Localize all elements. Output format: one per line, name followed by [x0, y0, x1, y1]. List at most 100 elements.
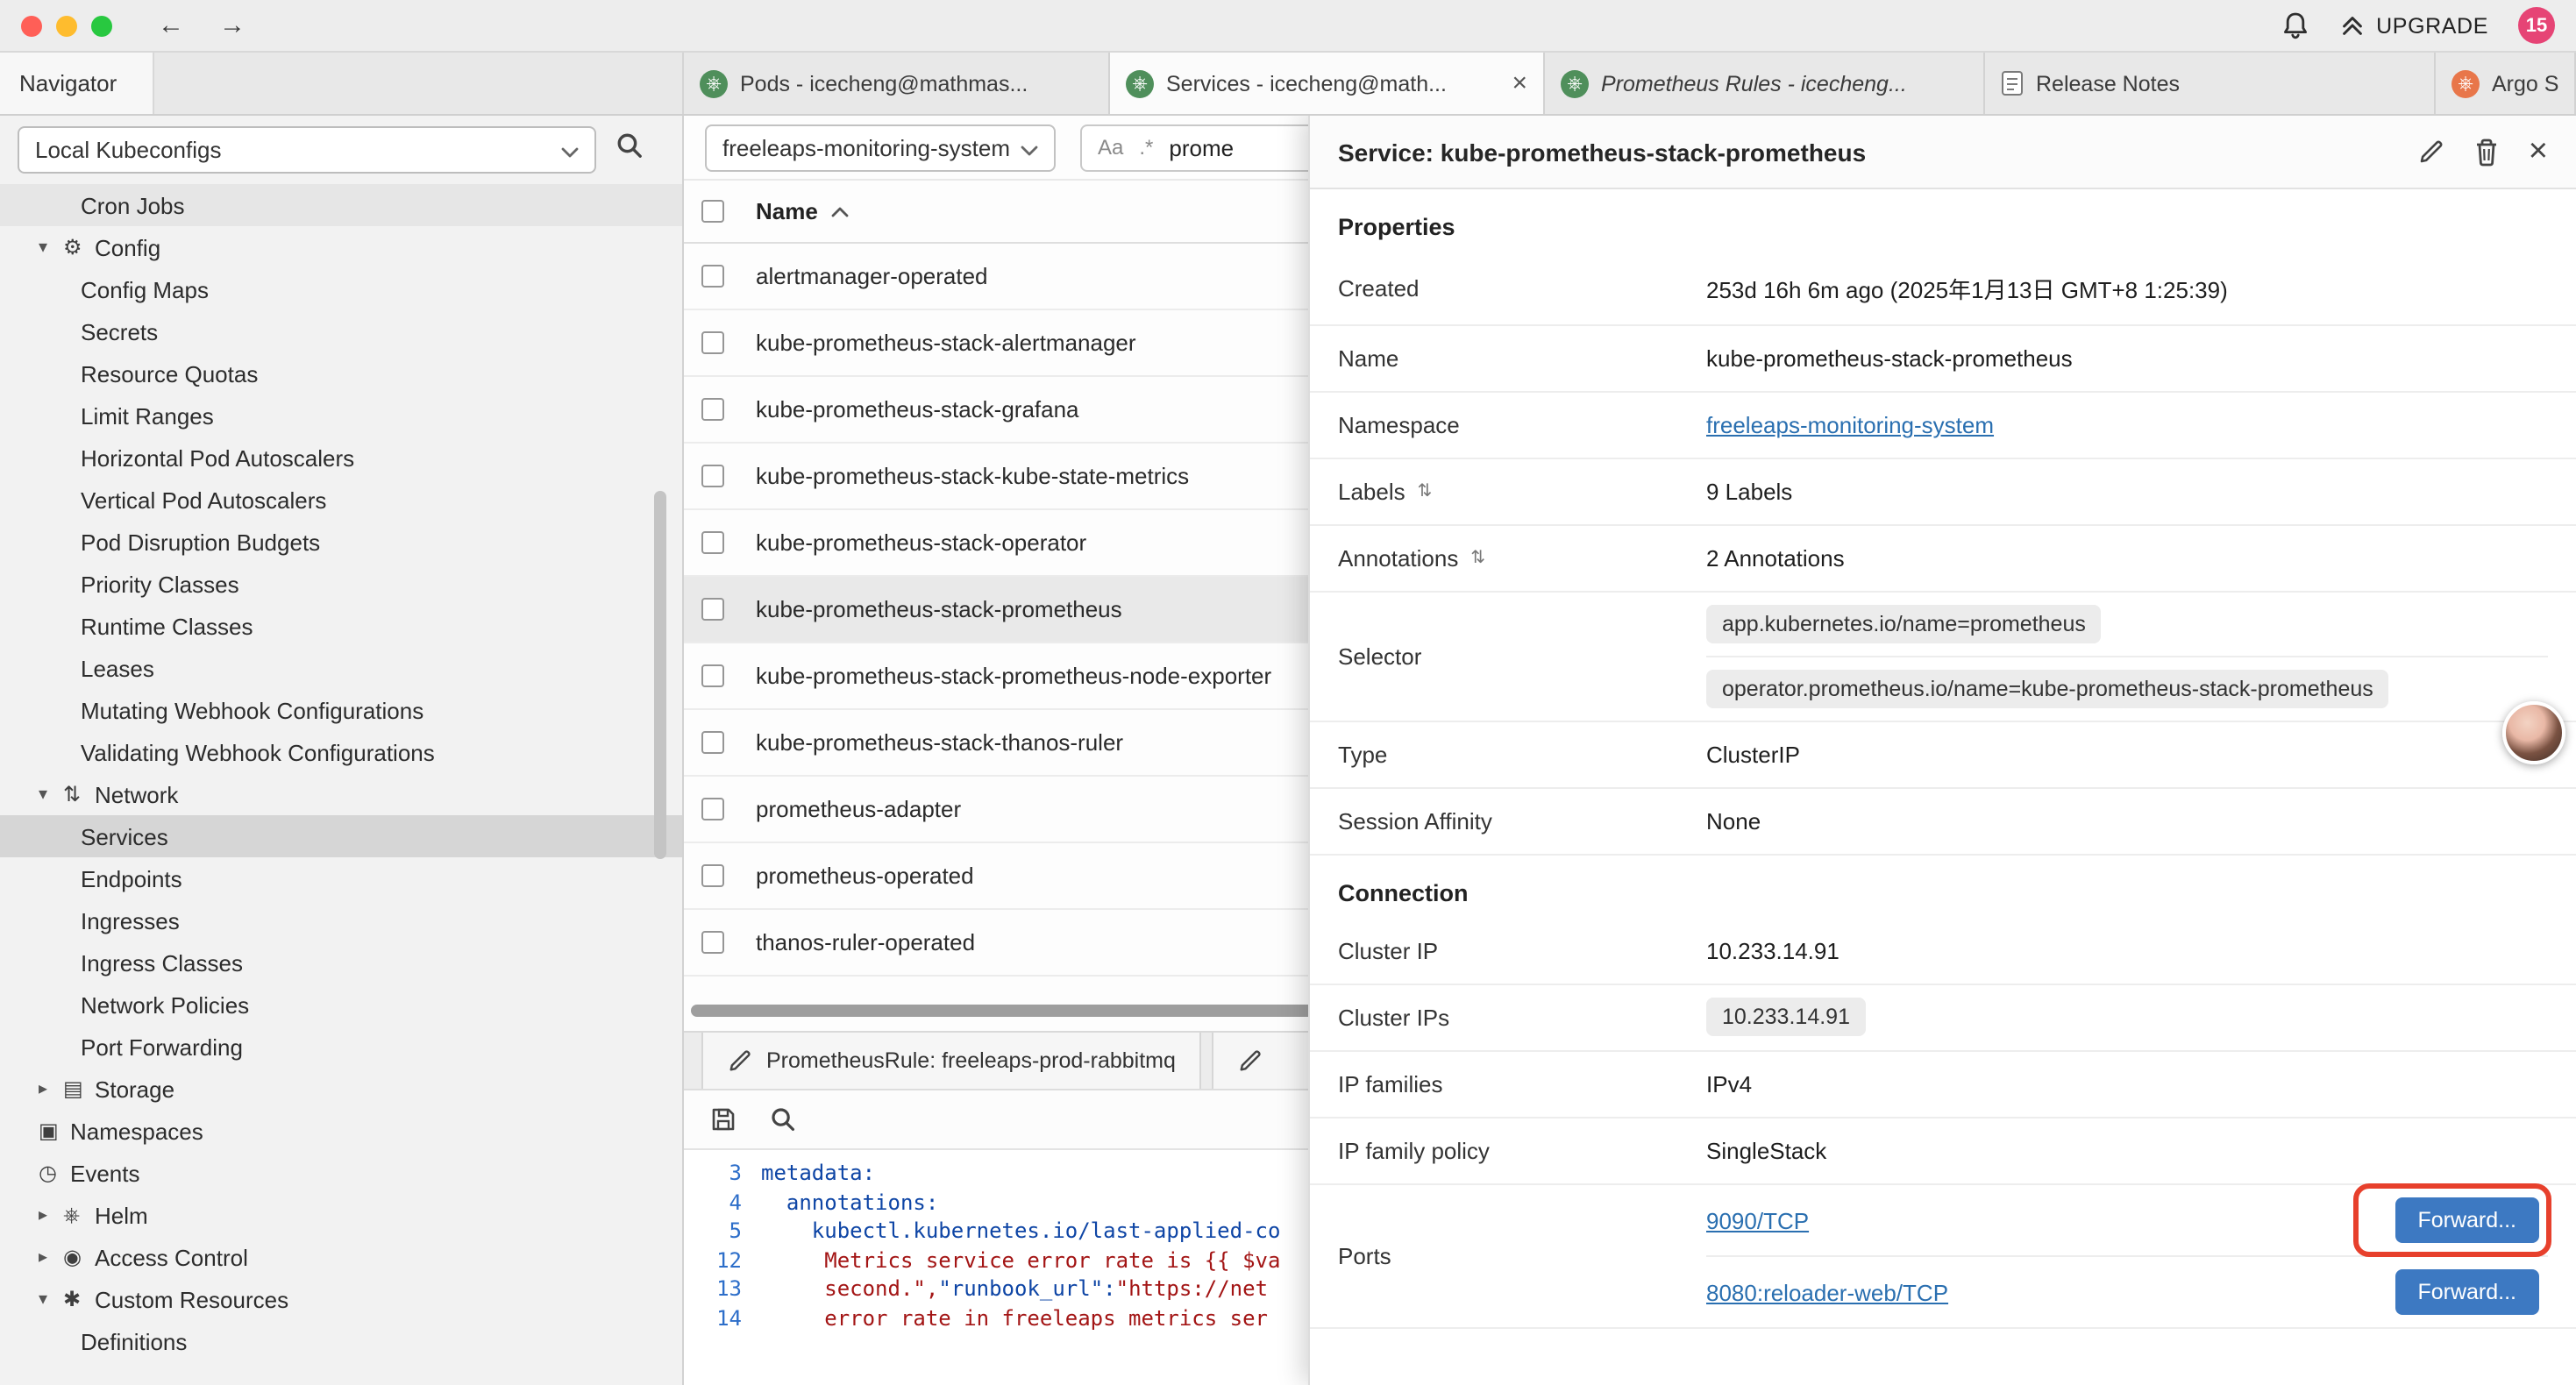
sidebar-item-storage[interactable]: ▸▤Storage	[0, 1068, 682, 1110]
notifications-bell-icon[interactable]	[2281, 11, 2309, 40]
line-number: 12	[684, 1246, 761, 1275]
sidebar-item-label: Leases	[81, 655, 154, 681]
port-link[interactable]: 9090/TCP	[1706, 1207, 1809, 1233]
user-avatar[interactable]	[2502, 701, 2565, 764]
navigator-sidebar: Local Kubeconfigs Cron Jobs▾⚙ConfigConfi…	[0, 116, 684, 1385]
row-checkbox[interactable]	[701, 731, 724, 754]
tab-label: Prometheus Rules - icecheng...	[1601, 71, 1968, 96]
line-number: 5	[684, 1217, 761, 1246]
save-icon[interactable]	[710, 1106, 737, 1133]
sidebar-item-endpoints[interactable]: Endpoints	[0, 857, 682, 899]
app-tab-services-icecheng-math[interactable]: ⎈Services - icecheng@math...×	[1110, 53, 1545, 114]
row-checkbox[interactable]	[701, 465, 724, 487]
line-content: annotations:	[761, 1188, 938, 1217]
sidebar-item-validating-webhook-configurations[interactable]: Validating Webhook Configurations	[0, 731, 682, 773]
sidebar-item-ingress-classes[interactable]: Ingress Classes	[0, 941, 682, 984]
app-tab-pods-icecheng-mathmas[interactable]: ⎈Pods - icecheng@mathmas...	[684, 53, 1110, 114]
sidebar-search-icon[interactable]	[616, 131, 644, 168]
sidebar-item-mutating-webhook-configurations[interactable]: Mutating Webhook Configurations	[0, 689, 682, 731]
regex-toggle[interactable]: .*	[1139, 135, 1153, 160]
sidebar-item-config-maps[interactable]: Config Maps	[0, 268, 682, 310]
row-checkbox[interactable]	[701, 331, 724, 354]
row-checkbox[interactable]	[701, 798, 724, 820]
close-window-button[interactable]	[21, 15, 42, 36]
row-checkbox[interactable]	[701, 931, 724, 954]
delete-service-icon[interactable]	[2474, 138, 2499, 166]
namespace-link[interactable]: freeleaps-monitoring-system	[1706, 412, 1994, 438]
sidebar-item-events[interactable]: ◷Events	[0, 1152, 682, 1194]
namespace-filter-dropdown[interactable]: freeleaps-monitoring-system	[705, 124, 1056, 171]
row-checkbox[interactable]	[701, 398, 724, 421]
sidebar-item-limit-ranges[interactable]: Limit Ranges	[0, 394, 682, 437]
sidebar-item-services[interactable]: Services	[0, 815, 682, 857]
chevron-down-icon[interactable]: ▾	[39, 785, 63, 804]
minimize-window-button[interactable]	[56, 15, 77, 36]
app-tab-prometheus-rules-icecheng[interactable]: ⎈Prometheus Rules - icecheng...	[1545, 53, 1985, 114]
forward-button[interactable]: Forward...	[2395, 1197, 2539, 1243]
row-checkbox[interactable]	[701, 598, 724, 621]
row-checkbox[interactable]	[701, 864, 724, 887]
sidebar-item-leases[interactable]: Leases	[0, 647, 682, 689]
sidebar-item-horizontal-pod-autoscalers[interactable]: Horizontal Pod Autoscalers	[0, 437, 682, 479]
close-drawer-icon[interactable]: ×	[2529, 135, 2548, 168]
sidebar-item-vertical-pod-autoscalers[interactable]: Vertical Pod Autoscalers	[0, 479, 682, 521]
dock-tab-prometheusrule[interactable]: PrometheusRule: freeleaps-prod-rabbitmq	[701, 1033, 1202, 1089]
upgrade-button[interactable]: UPGRADE	[2339, 12, 2488, 39]
select-all-checkbox[interactable]	[701, 200, 724, 223]
sidebar-item-access-control[interactable]: ▸◉Access Control	[0, 1236, 682, 1278]
expand-toggle-icon[interactable]: ⇅	[1418, 482, 1433, 501]
zoom-window-button[interactable]	[91, 15, 112, 36]
chevron-right-icon[interactable]: ▸	[39, 1079, 63, 1098]
sidebar-item-helm[interactable]: ▸⎈Helm	[0, 1194, 682, 1236]
sidebar-item-label: Helm	[95, 1202, 148, 1228]
drawer-row-value: IPv4	[1706, 1071, 1752, 1097]
sidebar-item-network[interactable]: ▾⇅Network	[0, 773, 682, 815]
forward-button[interactable]: Forward...	[2395, 1269, 2539, 1315]
kubeconfig-selector[interactable]: Local Kubeconfigs	[18, 126, 596, 174]
name-column-header[interactable]: Name	[756, 198, 850, 224]
port-link[interactable]: 8080:reloader-web/TCP	[1706, 1279, 1948, 1305]
document-icon	[2001, 70, 2024, 96]
sidebar-scrollbar[interactable]	[654, 491, 666, 859]
sidebar-item-label: Ingress Classes	[81, 949, 243, 976]
match-case-toggle[interactable]: Aa	[1098, 135, 1123, 160]
sidebar-item-label: Priority Classes	[81, 571, 239, 597]
chevron-down-icon[interactable]: ▾	[39, 1289, 63, 1309]
service-name: kube-prometheus-stack-grafana	[756, 396, 1079, 423]
sidebar-item-label: Mutating Webhook Configurations	[81, 697, 423, 723]
row-checkbox[interactable]	[701, 531, 724, 554]
back-button[interactable]: ←	[158, 11, 184, 40]
app-tab-argo-s[interactable]: ⎈Argo S	[2436, 53, 2576, 114]
drawer-row-ip-families: IP familiesIPv4	[1310, 1052, 2576, 1119]
sidebar-item-pod-disruption-budgets[interactable]: Pod Disruption Budgets	[0, 521, 682, 563]
sidebar-item-network-policies[interactable]: Network Policies	[0, 984, 682, 1026]
notification-count-badge[interactable]: 15	[2518, 7, 2555, 44]
sidebar-item-definitions[interactable]: Definitions	[0, 1320, 682, 1362]
editor-search-icon[interactable]	[770, 1106, 796, 1133]
navigator-panel-tab[interactable]: Navigator	[0, 53, 154, 114]
close-tab-icon[interactable]: ×	[1512, 68, 1527, 98]
sidebar-item-port-forwarding[interactable]: Port Forwarding	[0, 1026, 682, 1068]
sidebar-item-runtime-classes[interactable]: Runtime Classes	[0, 605, 682, 647]
sidebar-item-config[interactable]: ▾⚙Config	[0, 226, 682, 268]
chevron-right-icon[interactable]: ▸	[39, 1247, 63, 1267]
edit-service-icon[interactable]	[2418, 138, 2444, 165]
chevron-right-icon[interactable]: ▸	[39, 1205, 63, 1225]
sidebar-item-ingresses[interactable]: Ingresses	[0, 899, 682, 941]
row-checkbox[interactable]	[701, 265, 724, 288]
sidebar-item-resource-quotas[interactable]: Resource Quotas	[0, 352, 682, 394]
sidebar-item-label: Runtime Classes	[81, 613, 253, 639]
forward-nav-button[interactable]: →	[219, 11, 246, 40]
sidebar-item-custom-resources[interactable]: ▾✱Custom Resources	[0, 1278, 682, 1320]
sidebar-item-secrets[interactable]: Secrets	[0, 310, 682, 352]
port-line: 8080:reloader-web/TCP Forward...	[1706, 1255, 2548, 1327]
sidebar-item-cron-jobs[interactable]: Cron Jobs	[0, 184, 682, 226]
expand-toggle-icon[interactable]: ⇅	[1470, 549, 1485, 568]
kubernetes-icon: ⎈	[2451, 69, 2480, 97]
sidebar-item-label: Pod Disruption Budgets	[81, 529, 320, 555]
app-tab-release-notes[interactable]: Release Notes	[1985, 53, 2436, 114]
sidebar-item-namespaces[interactable]: ▣Namespaces	[0, 1110, 682, 1152]
sidebar-item-priority-classes[interactable]: Priority Classes	[0, 563, 682, 605]
row-checkbox[interactable]	[701, 664, 724, 687]
chevron-down-icon[interactable]: ▾	[39, 238, 63, 257]
